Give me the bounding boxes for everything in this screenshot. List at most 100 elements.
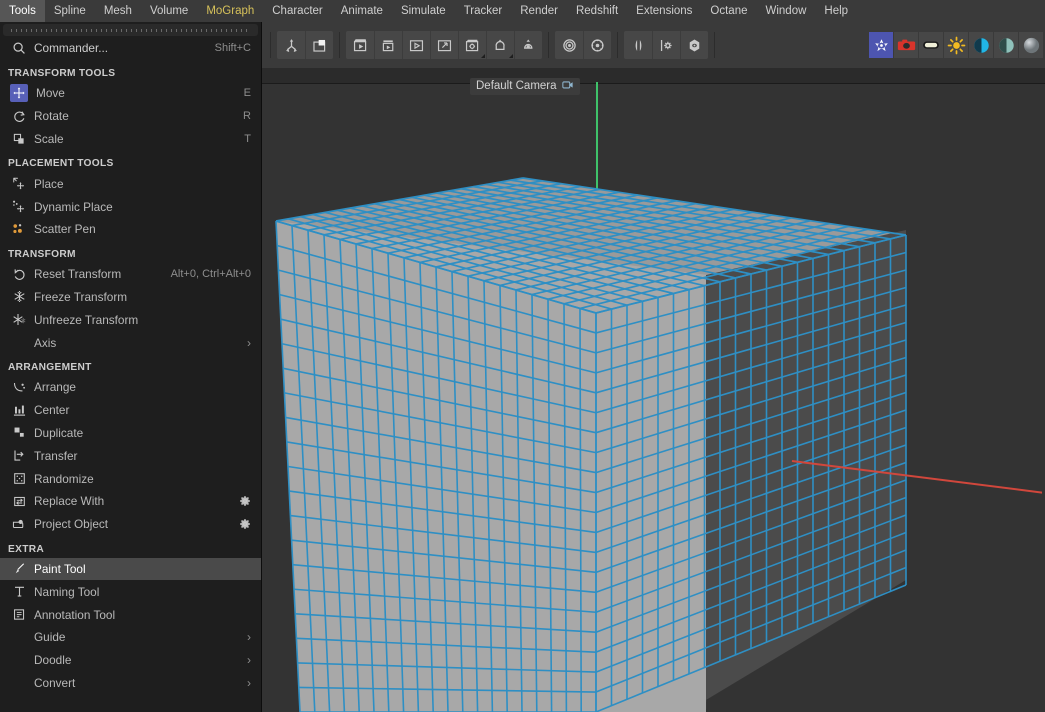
menu-item-render[interactable]: Render xyxy=(511,0,567,22)
menu-row-arrange[interactable]: Arrange xyxy=(0,376,261,399)
menu-row-annotation-tool[interactable]: Annotation Tool xyxy=(0,603,261,626)
gear-icon[interactable] xyxy=(239,495,251,507)
menu-item-simulate[interactable]: Simulate xyxy=(392,0,455,22)
menu-item-window[interactable]: Window xyxy=(757,0,816,22)
menu-row-duplicate[interactable]: Duplicate xyxy=(0,422,261,445)
menu-row-rotate[interactable]: Rotate R xyxy=(0,105,261,128)
menu-item-redshift[interactable]: Redshift xyxy=(567,0,627,22)
menu-item-animate[interactable]: Animate xyxy=(332,0,392,22)
menu-item-tools[interactable]: Tools xyxy=(0,0,45,22)
naming-tool-icon xyxy=(8,583,30,601)
area-light-icon[interactable] xyxy=(919,32,943,58)
menu-item-tracker[interactable]: Tracker xyxy=(455,0,512,22)
toolbar-separator xyxy=(617,32,618,58)
icon-toolbar xyxy=(262,22,1045,68)
menu-row-convert[interactable]: Convert › xyxy=(0,672,261,695)
menu-row-dynamic-place[interactable]: Dynamic Place xyxy=(0,195,261,218)
cube-object[interactable] xyxy=(262,68,1045,712)
center-icon xyxy=(8,401,30,419)
tools-menu-panel: Commander... Shift+C TRANSFORM TOOLS Move… xyxy=(0,22,262,712)
menu-row-transfer[interactable]: Transfer xyxy=(0,444,261,467)
rotate-icon xyxy=(8,107,30,125)
menu-row-label: Arrange xyxy=(34,380,76,395)
main-menubar: Tools Spline Mesh Volume MoGraph Character Ani… xyxy=(0,0,1045,22)
menu-row-scatter-pen[interactable]: Scatter Pen xyxy=(0,218,261,241)
menu-item-octane[interactable]: Octane xyxy=(701,0,756,22)
render-region-icon[interactable] xyxy=(374,31,402,59)
panel-drag-handle[interactable] xyxy=(3,24,258,36)
scene-gear-icon[interactable] xyxy=(652,31,680,59)
commander-search-row[interactable]: Commander... Shift+C xyxy=(0,36,261,60)
simulation-settings-icon[interactable] xyxy=(583,31,611,59)
material-sphere-icon[interactable] xyxy=(1019,32,1043,58)
menu-row-naming-tool[interactable]: Naming Tool xyxy=(0,580,261,603)
menu-item-mograph[interactable]: MoGraph xyxy=(197,0,263,22)
dome-light-icon[interactable] xyxy=(969,32,993,58)
menu-row-freeze-transform[interactable]: Freeze Transform xyxy=(0,286,261,309)
toolbar-separator xyxy=(714,32,715,58)
menu-row-label: Duplicate xyxy=(34,425,84,440)
render-queue-icon[interactable] xyxy=(486,31,514,59)
arrange-icon xyxy=(8,378,30,396)
menu-row-label: Center xyxy=(34,403,70,418)
viewport-3d-scene[interactable] xyxy=(262,68,1045,712)
render-view-icon[interactable] xyxy=(346,31,374,59)
scale-icon xyxy=(8,130,30,148)
panel-section-title-transform-tools: TRANSFORM TOOLS xyxy=(8,68,116,79)
object-axis-icon[interactable] xyxy=(305,31,333,59)
replace-with-icon xyxy=(8,492,30,510)
gear-icon[interactable] xyxy=(239,518,251,530)
toolbar-object-buttons xyxy=(869,32,1043,58)
toolbar-separator xyxy=(548,32,549,58)
menu-item-character[interactable]: Character xyxy=(263,0,332,22)
menu-row-label: Freeze Transform xyxy=(34,289,128,304)
menu-row-doodle[interactable]: Doodle › xyxy=(0,649,261,672)
menu-row-move[interactable]: Move E xyxy=(0,82,261,105)
menu-row-unfreeze-transform[interactable]: Unfreeze Transform xyxy=(0,308,261,331)
menu-row-center[interactable]: Center xyxy=(0,399,261,422)
scene-node-icon[interactable] xyxy=(680,31,708,59)
menu-row-label: Scale xyxy=(34,131,64,146)
menu-row-label: Naming Tool xyxy=(34,584,100,599)
menu-item-spline[interactable]: Spline xyxy=(45,0,95,22)
menu-row-label: Convert xyxy=(34,675,76,690)
menu-row-label: Unfreeze Transform xyxy=(34,312,139,327)
sun-light-icon[interactable] xyxy=(944,32,968,58)
camera-icon[interactable] xyxy=(894,32,918,58)
menu-row-axis[interactable]: Axis › xyxy=(0,331,261,354)
render-external-icon[interactable] xyxy=(430,31,458,59)
world-axis-icon[interactable] xyxy=(277,31,305,59)
menu-item-volume[interactable]: Volume xyxy=(141,0,197,22)
ies-light-icon[interactable] xyxy=(994,32,1018,58)
panel-section-title-transform: TRANSFORM xyxy=(8,248,76,260)
place-icon xyxy=(8,175,30,193)
menu-row-place[interactable]: Place xyxy=(0,172,261,195)
simulation-icon[interactable] xyxy=(555,31,583,59)
toolbar-group-deformer-group xyxy=(624,31,708,59)
chevron-right-icon: › xyxy=(247,630,251,645)
menu-row-project-object[interactable]: Project Object xyxy=(0,513,261,536)
move-icon xyxy=(10,84,28,103)
menu-row-replace-with[interactable]: Replace With xyxy=(0,490,261,513)
menu-item-mesh[interactable]: Mesh xyxy=(95,0,141,22)
annotation-tool-icon xyxy=(8,606,30,624)
render-setup-icon[interactable] xyxy=(514,31,542,59)
symmetry-icon[interactable] xyxy=(624,31,652,59)
render-settings-icon[interactable] xyxy=(458,31,486,59)
menu-item-extensions[interactable]: Extensions xyxy=(627,0,701,22)
render-to-picture-viewer-icon[interactable] xyxy=(402,31,430,59)
panel-section-title-arrangement: ARRANGEMENT xyxy=(8,361,92,373)
menu-row-scale[interactable]: Scale T xyxy=(0,128,261,151)
menu-item-help[interactable]: Help xyxy=(815,0,857,22)
menu-row-randomize[interactable]: Randomize xyxy=(0,467,261,490)
dynamic-place-icon xyxy=(8,198,30,216)
scatter-pen-icon xyxy=(8,220,30,238)
redshift-icon[interactable] xyxy=(869,32,893,58)
menu-row-guide[interactable]: Guide › xyxy=(0,626,261,649)
menu-row-paint-tool[interactable]: Paint Tool xyxy=(0,557,261,581)
menu-row-reset-transform[interactable]: Reset Transform Alt+0, Ctrl+Alt+0 xyxy=(0,263,261,286)
menu-row-label: Move xyxy=(36,86,65,101)
cube-right-face xyxy=(706,230,906,700)
viewport[interactable]: Default Camera xyxy=(262,68,1045,712)
freeze-transform-icon xyxy=(8,288,30,306)
